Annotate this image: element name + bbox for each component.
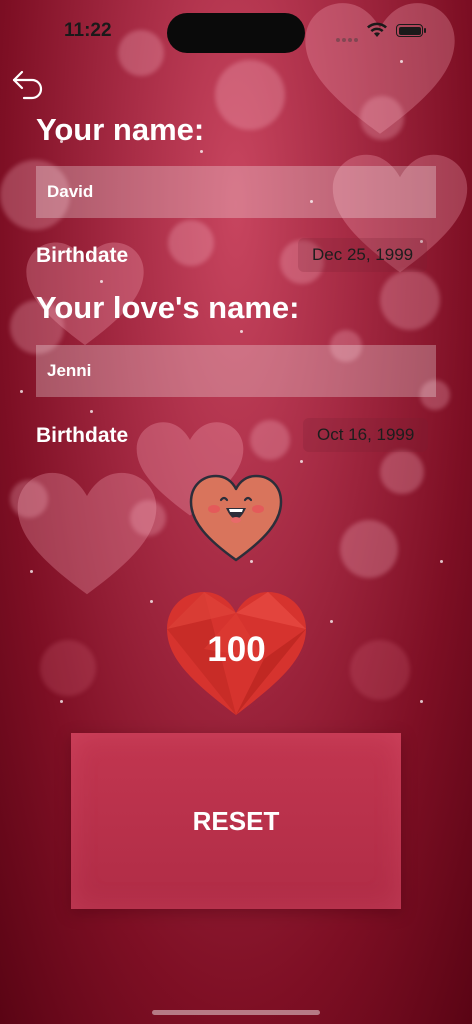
- your-name-heading: Your name:: [36, 112, 205, 147]
- wifi-icon: [367, 22, 387, 37]
- battery-icon: [396, 24, 426, 37]
- dynamic-island: [167, 13, 305, 53]
- love-name-heading: Your love's name:: [36, 290, 300, 325]
- reset-button[interactable]: RESET: [71, 733, 401, 909]
- your-birthdate-label: Birthdate: [36, 244, 129, 267]
- love-birthdate-label: Birthdate: [36, 424, 129, 447]
- your-name-input[interactable]: [36, 166, 436, 218]
- back-arrow-icon[interactable]: [10, 66, 46, 102]
- your-birthdate-picker[interactable]: Dec 25, 1999: [298, 238, 428, 272]
- happy-heart-icon: [189, 474, 283, 562]
- status-bar: 11:22: [0, 0, 472, 60]
- love-birthdate-picker[interactable]: Oct 16, 1999: [303, 418, 429, 452]
- love-score: 100: [207, 630, 266, 669]
- status-time: 11:22: [64, 20, 112, 41]
- home-indicator: [152, 1010, 320, 1015]
- love-name-input[interactable]: [36, 345, 436, 397]
- signal-dots-icon: [336, 29, 360, 42]
